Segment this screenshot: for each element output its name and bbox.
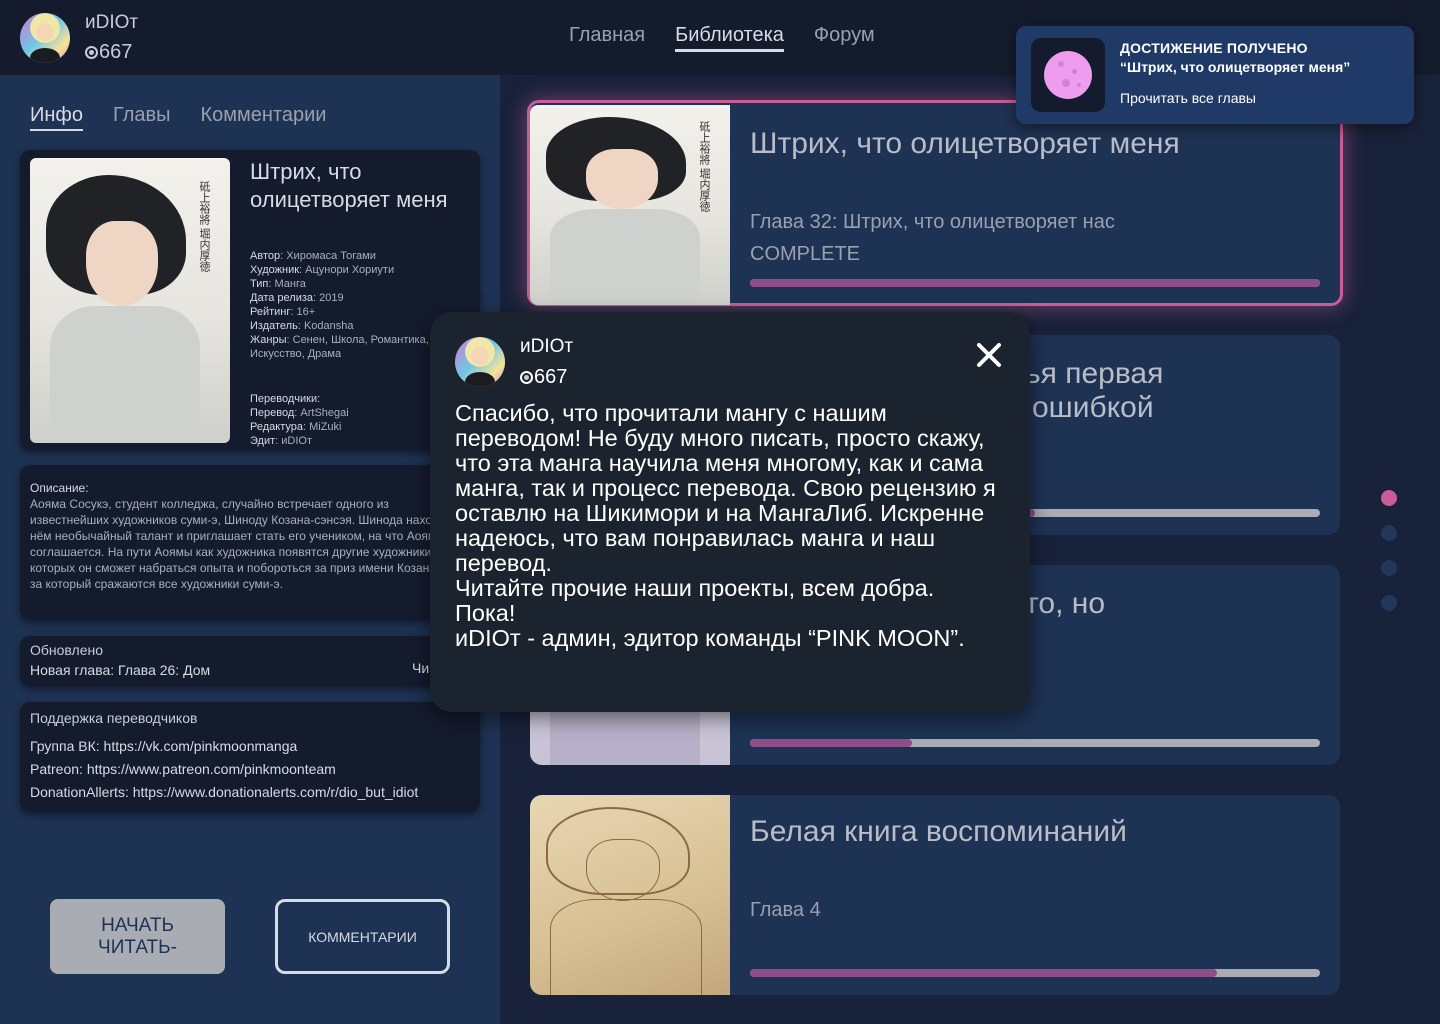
achievement-description: Прочитать все главы: [1120, 90, 1256, 106]
modal-avatar: [455, 337, 505, 387]
manga-title: Штрих, что олицетворяет меня: [250, 159, 448, 212]
chapter-title: Белая книга воспоминаний: [750, 815, 1127, 848]
chapter-title: ья первая: [1025, 357, 1164, 390]
achievement-toast[interactable]: ДОСТИЖЕНИЕ ПОЛУЧЕНО “Штрих, что олицетво…: [1016, 26, 1414, 124]
chapter-title: то, но: [1025, 587, 1106, 620]
comments-button[interactable]: КОММЕНТАРИИ: [275, 899, 450, 974]
modal-user-points: 667: [520, 366, 567, 389]
tab-chapters[interactable]: Главы: [113, 104, 171, 131]
description: Описание: Аояма Сосукэ, студент колледжа…: [30, 481, 469, 591]
close-icon[interactable]: [976, 342, 1002, 368]
user-name: иDIOт: [85, 12, 139, 33]
modal-message: Спасибо, что прочитали мангу с нашим пер…: [455, 400, 996, 651]
chapter-card[interactable]: 砥上裕將 堀内厚徳 Штрих, что олицетворяет меня Г…: [527, 100, 1343, 306]
tab-info[interactable]: Инфо: [30, 104, 83, 131]
nav-home[interactable]: Главная: [569, 24, 645, 52]
modal-user-name: иDIOт: [520, 336, 574, 357]
achievement-icon-box: [1031, 38, 1105, 112]
info-tabs: Инфо Главы Комментарии: [30, 104, 326, 131]
achievement-heading: ДОСТИЖЕНИЕ ПОЛУЧЕНО: [1120, 40, 1308, 56]
moon-icon: [1044, 51, 1092, 99]
support-title: Поддержка переводчиков: [30, 710, 198, 726]
chapter-cover: [530, 795, 730, 995]
chapter-title: Штрих, что олицетворяет меня: [750, 127, 1180, 160]
translator-message-modal: иDIOт 667 Спасибо, что прочитали мангу с…: [430, 312, 1030, 712]
read-link[interactable]: Чи: [412, 660, 429, 676]
nav-forum[interactable]: Форум: [814, 24, 875, 52]
coin-icon: [85, 46, 98, 59]
updated-title: Обновлено: [30, 642, 104, 658]
updated-text: Новая глава: Глава 26: Дом: [30, 662, 211, 678]
carousel-dot[interactable]: [1381, 525, 1397, 541]
chapter-cover: 砥上裕將 堀内厚徳: [530, 105, 730, 305]
chapter-card[interactable]: Белая книга воспоминаний Глава 4: [530, 795, 1340, 995]
main-nav: Главная Библиотека Форум: [569, 24, 875, 52]
carousel-dot[interactable]: [1381, 560, 1397, 576]
coin-icon: [520, 371, 533, 384]
chapter-status: COMPLETE: [750, 243, 861, 265]
manga-cover: 砥上裕將 堀内厚徳: [30, 158, 230, 443]
chapter-progress: [750, 279, 1320, 287]
chapter-progress: [750, 739, 1320, 747]
nav-library[interactable]: Библиотека: [675, 24, 784, 52]
support-link-patreon[interactable]: Patreon: https://www.patreon.com/pinkmoo…: [30, 761, 336, 777]
chapter-title-line2: ошибкой: [1032, 391, 1154, 424]
start-reading-button[interactable]: НАЧАТЬ ЧИТАТЬ-: [50, 899, 225, 974]
chapter-subtitle: Глава 32: Штрих, что олицетворяет нас: [750, 211, 1115, 233]
chapter-subtitle: Глава 4: [750, 899, 821, 921]
carousel-dots: [1381, 490, 1397, 630]
user-avatar[interactable]: [20, 13, 70, 63]
chapter-progress: [750, 969, 1320, 977]
user-points: 667: [85, 41, 132, 64]
support-link-donationalerts[interactable]: DonationAllerts: https://www.donationale…: [30, 784, 418, 800]
tab-comments[interactable]: Комментарии: [201, 104, 327, 131]
carousel-dot[interactable]: [1381, 595, 1397, 611]
support-link-vk[interactable]: Группа ВК: https://vk.com/pinkmoonmanga: [30, 738, 297, 754]
carousel-dot[interactable]: [1381, 490, 1397, 506]
achievement-name: “Штрих, что олицетворяет меня”: [1120, 59, 1351, 75]
